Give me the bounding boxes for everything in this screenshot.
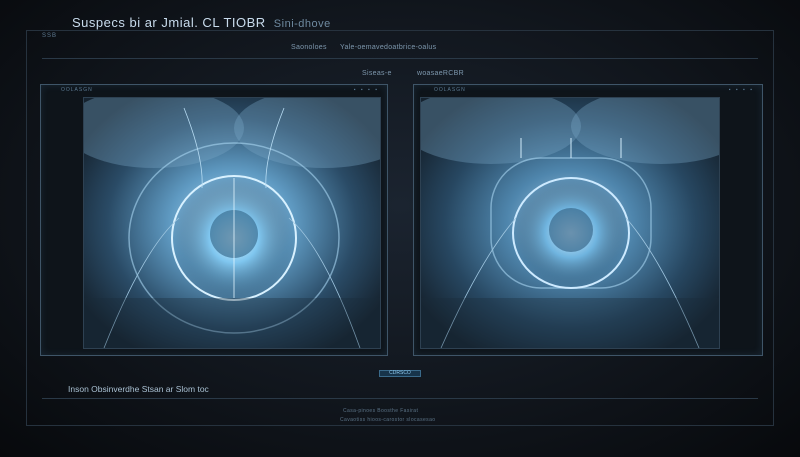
- page-title: Suspecs bi ar Jmial. CL TIOBR Sini-dhove: [72, 15, 331, 30]
- scan-viewer-left[interactable]: [83, 97, 381, 349]
- panel-tag-right: OOLASGN: [434, 87, 466, 93]
- ct-scan-image-right: [421, 98, 719, 348]
- panel-header-right: OOLASGN ▪ ▪ ▪ ▪: [414, 85, 762, 93]
- caption-text: Inson Obsinverdhe Stsan ar Slom toc: [68, 384, 209, 394]
- row2-right-label: woasaeRCBR: [417, 70, 464, 77]
- row2-left-label: Siseas-e: [362, 70, 392, 77]
- title-subtitle: Sini-dhove: [273, 18, 331, 30]
- scan-viewer-right[interactable]: [420, 97, 720, 349]
- divider-bottom: [42, 398, 758, 399]
- center-action-button[interactable]: CDRSCO: [379, 370, 421, 377]
- row1-right-label: Yale-oemavedoatbrice-oalus: [340, 44, 437, 51]
- panel-header-left: OOLASGN ▪ ▪ ▪ ▪: [41, 85, 387, 93]
- divider-top: [42, 58, 758, 59]
- viewer-panel-left: OOLASGN ▪ ▪ ▪ ▪: [40, 84, 388, 356]
- panel-tag-left: OOLASGN: [61, 87, 93, 93]
- row1-left-label: Saonoloes: [291, 44, 327, 51]
- panel-controls-right[interactable]: ▪ ▪ ▪ ▪: [729, 87, 754, 93]
- title-text: Suspecs bi ar Jmial. CL TIOBR: [72, 15, 266, 30]
- app-window: Suspecs bi ar Jmial. CL TIOBR Sini-dhove…: [0, 0, 800, 457]
- viewer-panel-right: OOLASGN ▪ ▪ ▪ ▪: [413, 84, 763, 356]
- frame-tag: SSB: [42, 33, 58, 39]
- panel-controls-left[interactable]: ▪ ▪ ▪ ▪: [354, 87, 379, 93]
- footer-line-2: Cavaotiss hioos-carostor slocasesao: [340, 417, 436, 423]
- ct-scan-image-left: [84, 98, 380, 348]
- footer-line-1: Casa-pinoes Boosthe Fasirat: [343, 408, 419, 414]
